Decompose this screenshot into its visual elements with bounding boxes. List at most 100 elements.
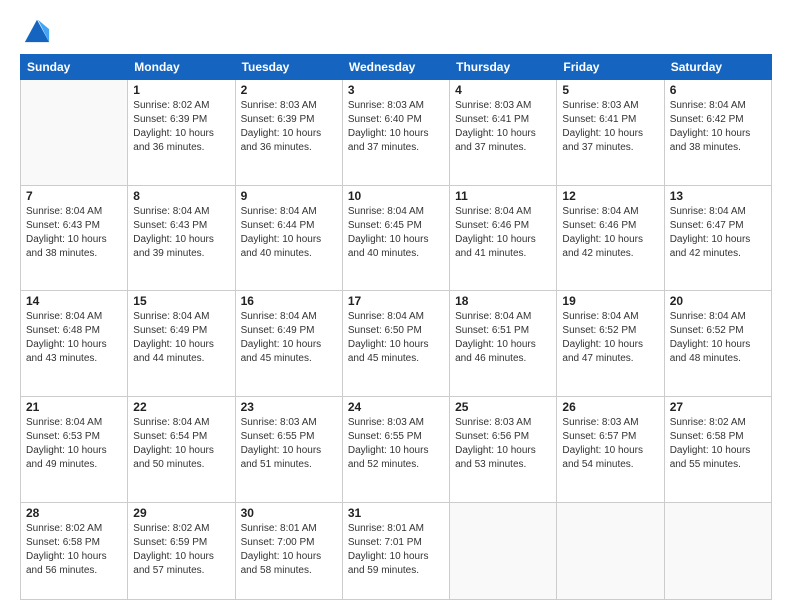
day-info: Sunrise: 8:04 AM Sunset: 6:52 PM Dayligh… (670, 310, 766, 366)
day-number: 31 (348, 506, 444, 520)
calendar-cell (557, 502, 664, 599)
calendar-cell: 10 Sunrise: 8:04 AM Sunset: 6:45 PM Dayli… (342, 185, 449, 291)
calendar-cell (664, 502, 771, 599)
calendar-cell: 18 Sunrise: 8:04 AM Sunset: 6:51 PM Dayli… (450, 291, 557, 397)
calendar-cell: 3 Sunrise: 8:03 AM Sunset: 6:40 PM Daylig… (342, 80, 449, 186)
calendar-cell: 8 Sunrise: 8:04 AM Sunset: 6:43 PM Daylig… (128, 185, 235, 291)
weekday-header-monday: Monday (128, 55, 235, 80)
weekday-header-tuesday: Tuesday (235, 55, 342, 80)
weekday-header-sunday: Sunday (21, 55, 128, 80)
day-number: 20 (670, 294, 766, 308)
week-row-3: 14 Sunrise: 8:04 AM Sunset: 6:48 PM Dayli… (21, 291, 772, 397)
day-info: Sunrise: 8:04 AM Sunset: 6:50 PM Dayligh… (348, 310, 444, 366)
week-row-2: 7 Sunrise: 8:04 AM Sunset: 6:43 PM Daylig… (21, 185, 772, 291)
day-info: Sunrise: 8:04 AM Sunset: 6:51 PM Dayligh… (455, 310, 551, 366)
calendar-cell (21, 80, 128, 186)
day-info: Sunrise: 8:04 AM Sunset: 6:42 PM Dayligh… (670, 99, 766, 155)
calendar-cell: 20 Sunrise: 8:04 AM Sunset: 6:52 PM Dayli… (664, 291, 771, 397)
day-info: Sunrise: 8:04 AM Sunset: 6:52 PM Dayligh… (562, 310, 658, 366)
calendar-cell: 29 Sunrise: 8:02 AM Sunset: 6:59 PM Dayli… (128, 502, 235, 599)
weekday-header-thursday: Thursday (450, 55, 557, 80)
day-number: 19 (562, 294, 658, 308)
day-number: 18 (455, 294, 551, 308)
calendar-cell: 26Sunrise: 8:03 AM Sunset: 6:57 PM Dayli… (557, 397, 664, 503)
day-number: 3 (348, 83, 444, 97)
day-info: Sunrise: 8:03 AM Sunset: 6:39 PM Dayligh… (241, 99, 337, 155)
calendar-cell: 22 Sunrise: 8:04 AM Sunset: 6:54 PM Dayli… (128, 397, 235, 503)
day-number: 29 (133, 506, 229, 520)
day-info: Sunrise: 8:04 AM Sunset: 6:53 PM Dayligh… (26, 416, 122, 472)
calendar-cell: 19 Sunrise: 8:04 AM Sunset: 6:52 PM Dayli… (557, 291, 664, 397)
calendar-cell: 7Sunrise: 8:04 AM Sunset: 6:43 PM Daylig… (21, 185, 128, 291)
day-info: Sunrise: 8:04 AM Sunset: 6:54 PM Dayligh… (133, 416, 229, 472)
day-info: Sunrise: 8:02 AM Sunset: 6:58 PM Dayligh… (26, 522, 122, 578)
day-number: 10 (348, 189, 444, 203)
calendar-cell: 23Sunrise: 8:03 AM Sunset: 6:55 PM Dayli… (235, 397, 342, 503)
day-info: Sunrise: 8:04 AM Sunset: 6:46 PM Dayligh… (562, 205, 658, 261)
day-info: Sunrise: 8:04 AM Sunset: 6:49 PM Dayligh… (241, 310, 337, 366)
day-number: 15 (133, 294, 229, 308)
day-number: 4 (455, 83, 551, 97)
calendar-table: SundayMondayTuesdayWednesdayThursdayFrid… (20, 54, 772, 600)
calendar-cell: 16 Sunrise: 8:04 AM Sunset: 6:49 PM Dayli… (235, 291, 342, 397)
calendar-cell: 14 Sunrise: 8:04 AM Sunset: 6:48 PM Dayli… (21, 291, 128, 397)
day-info: Sunrise: 8:03 AM Sunset: 6:41 PM Dayligh… (562, 99, 658, 155)
day-info: Sunrise: 8:04 AM Sunset: 6:45 PM Dayligh… (348, 205, 444, 261)
day-number: 5 (562, 83, 658, 97)
day-info: Sunrise: 8:03 AM Sunset: 6:41 PM Dayligh… (455, 99, 551, 155)
calendar-cell: 13 Sunrise: 8:04 AM Sunset: 6:47 PM Dayli… (664, 185, 771, 291)
week-row-4: 21Sunrise: 8:04 AM Sunset: 6:53 PM Dayli… (21, 397, 772, 503)
calendar-cell: 5 Sunrise: 8:03 AM Sunset: 6:41 PM Daylig… (557, 80, 664, 186)
calendar-cell: 27Sunrise: 8:02 AM Sunset: 6:58 PM Dayli… (664, 397, 771, 503)
calendar-cell: 28 Sunrise: 8:02 AM Sunset: 6:58 PM Dayli… (21, 502, 128, 599)
day-number: 2 (241, 83, 337, 97)
calendar-cell: 15 Sunrise: 8:04 AM Sunset: 6:49 PM Dayli… (128, 291, 235, 397)
weekday-header-friday: Friday (557, 55, 664, 80)
logo-icon (23, 16, 51, 44)
weekday-header-saturday: Saturday (664, 55, 771, 80)
calendar-cell: 9 Sunrise: 8:04 AM Sunset: 6:44 PM Daylig… (235, 185, 342, 291)
day-number: 23 (241, 400, 337, 414)
calendar-cell: 1 Sunrise: 8:02 AM Sunset: 6:39 PM Daylig… (128, 80, 235, 186)
day-info: Sunrise: 8:04 AM Sunset: 6:48 PM Dayligh… (26, 310, 122, 366)
calendar-cell: 4 Sunrise: 8:03 AM Sunset: 6:41 PM Daylig… (450, 80, 557, 186)
calendar-page: SundayMondayTuesdayWednesdayThursdayFrid… (0, 0, 792, 612)
header (20, 16, 772, 44)
day-number: 14 (26, 294, 122, 308)
calendar-cell: 11Sunrise: 8:04 AM Sunset: 6:46 PM Dayli… (450, 185, 557, 291)
day-number: 9 (241, 189, 337, 203)
day-number: 28 (26, 506, 122, 520)
logo (20, 16, 51, 44)
day-number: 7 (26, 189, 122, 203)
day-info: Sunrise: 8:03 AM Sunset: 6:40 PM Dayligh… (348, 99, 444, 155)
weekday-header-wednesday: Wednesday (342, 55, 449, 80)
calendar-cell: 31 Sunrise: 8:01 AM Sunset: 7:01 PM Dayli… (342, 502, 449, 599)
day-info: Sunrise: 8:01 AM Sunset: 7:01 PM Dayligh… (348, 522, 444, 578)
calendar-cell: 24 Sunrise: 8:03 AM Sunset: 6:55 PM Dayli… (342, 397, 449, 503)
day-info: Sunrise: 8:03 AM Sunset: 6:56 PM Dayligh… (455, 416, 551, 472)
calendar-cell: 12 Sunrise: 8:04 AM Sunset: 6:46 PM Dayli… (557, 185, 664, 291)
day-number: 16 (241, 294, 337, 308)
calendar-cell: 17 Sunrise: 8:04 AM Sunset: 6:50 PM Dayli… (342, 291, 449, 397)
day-number: 17 (348, 294, 444, 308)
day-number: 12 (562, 189, 658, 203)
calendar-cell: 6 Sunrise: 8:04 AM Sunset: 6:42 PM Daylig… (664, 80, 771, 186)
day-number: 1 (133, 83, 229, 97)
day-number: 22 (133, 400, 229, 414)
weekday-header-row: SundayMondayTuesdayWednesdayThursdayFrid… (21, 55, 772, 80)
day-info: Sunrise: 8:04 AM Sunset: 6:49 PM Dayligh… (133, 310, 229, 366)
day-info: Sunrise: 8:04 AM Sunset: 6:47 PM Dayligh… (670, 205, 766, 261)
day-info: Sunrise: 8:04 AM Sunset: 6:44 PM Dayligh… (241, 205, 337, 261)
day-info: Sunrise: 8:03 AM Sunset: 6:55 PM Dayligh… (348, 416, 444, 472)
day-number: 11 (455, 189, 551, 203)
calendar-cell: 2 Sunrise: 8:03 AM Sunset: 6:39 PM Daylig… (235, 80, 342, 186)
day-number: 30 (241, 506, 337, 520)
day-info: Sunrise: 8:04 AM Sunset: 6:43 PM Dayligh… (133, 205, 229, 261)
calendar-cell: 25Sunrise: 8:03 AM Sunset: 6:56 PM Dayli… (450, 397, 557, 503)
day-number: 6 (670, 83, 766, 97)
day-number: 8 (133, 189, 229, 203)
day-number: 24 (348, 400, 444, 414)
day-number: 13 (670, 189, 766, 203)
day-info: Sunrise: 8:02 AM Sunset: 6:59 PM Dayligh… (133, 522, 229, 578)
day-info: Sunrise: 8:02 AM Sunset: 6:39 PM Dayligh… (133, 99, 229, 155)
